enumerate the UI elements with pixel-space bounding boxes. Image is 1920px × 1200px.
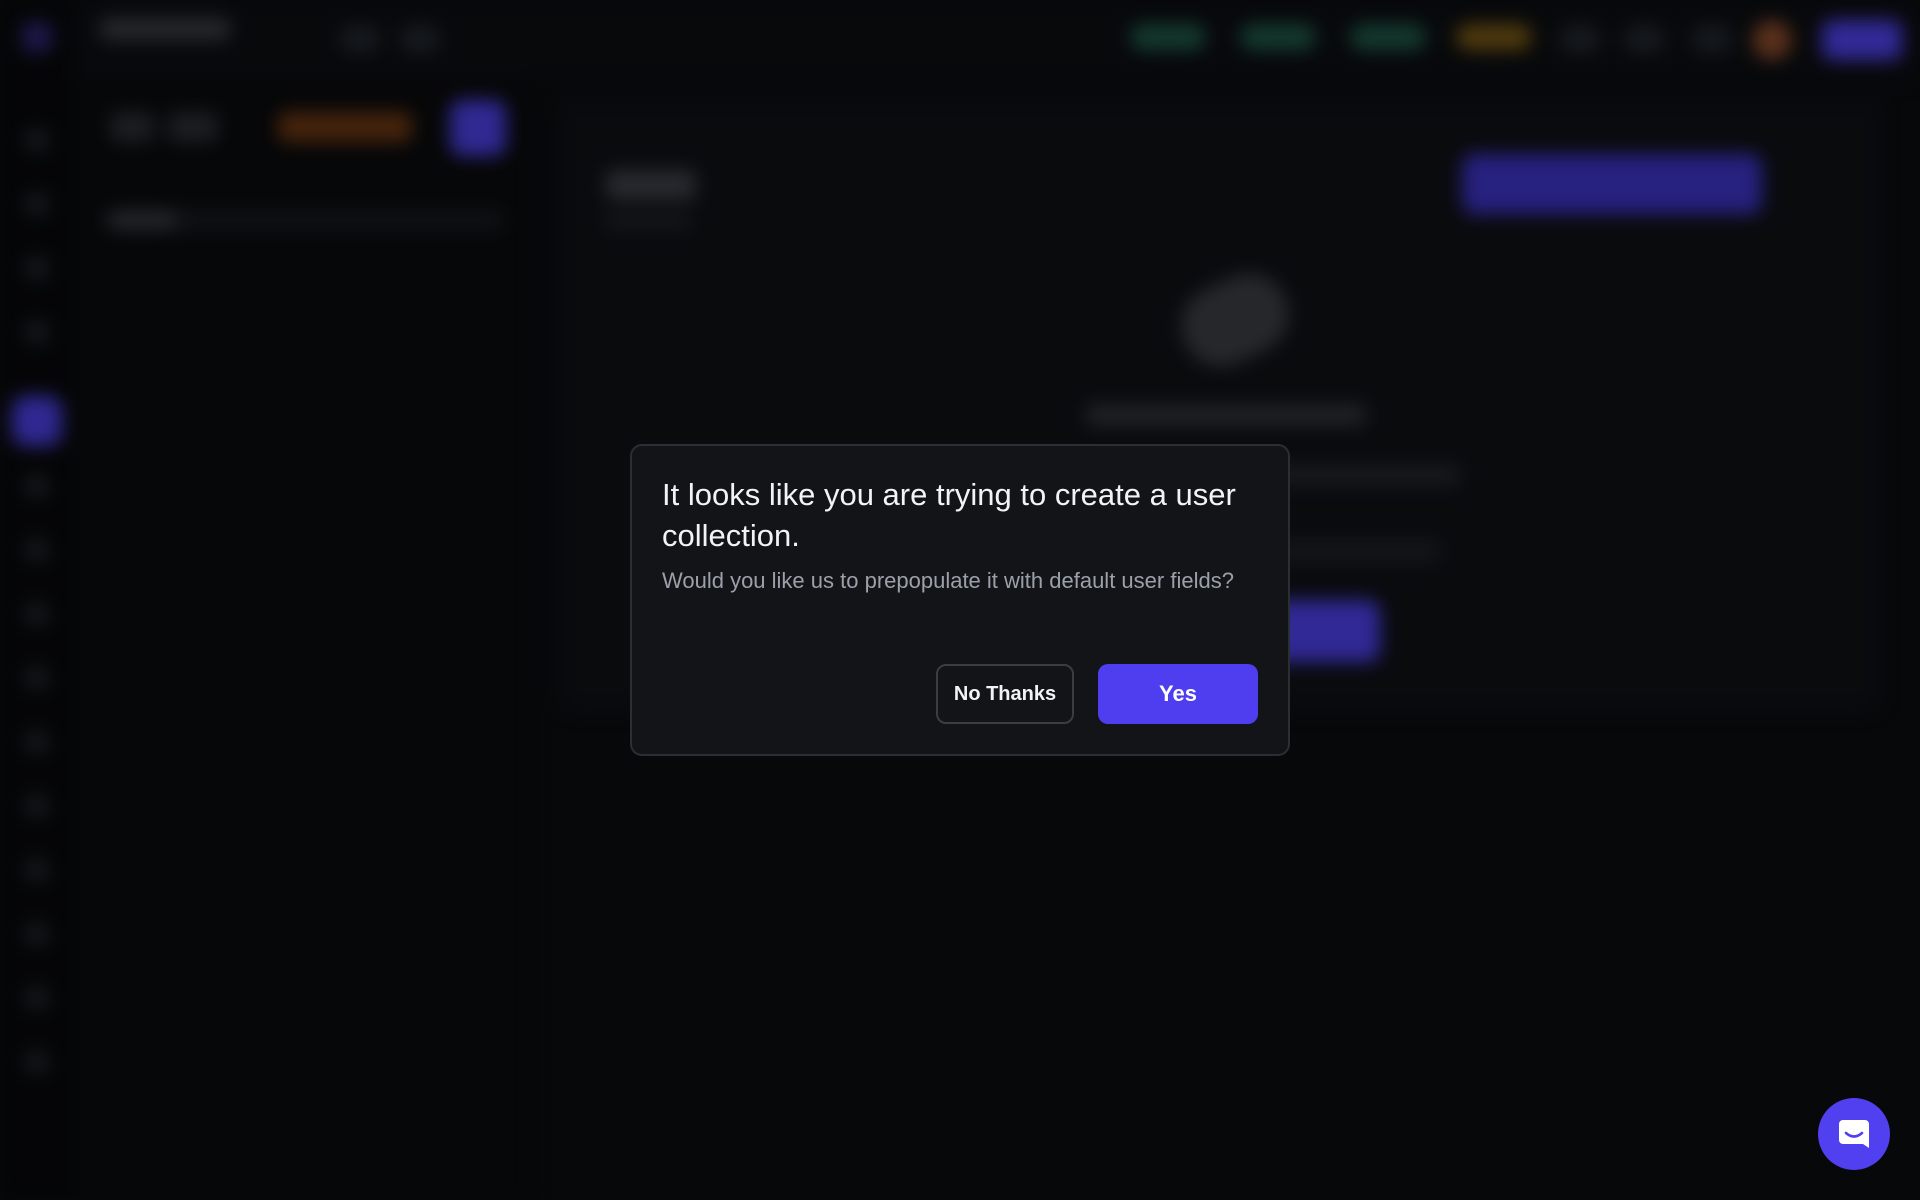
dialog-actions: No Thanks Yes xyxy=(936,664,1258,724)
prepopulate-dialog: It looks like you are trying to create a… xyxy=(630,444,1290,756)
app-root: It looks like you are trying to create a… xyxy=(0,0,1920,1200)
yes-button[interactable]: Yes xyxy=(1098,664,1258,724)
chat-bubble-icon xyxy=(1839,1120,1869,1148)
dialog-message: Would you like us to prepopulate it with… xyxy=(662,568,1234,593)
chat-launcher-button[interactable] xyxy=(1818,1098,1890,1170)
no-thanks-button[interactable]: No Thanks xyxy=(936,664,1074,724)
dialog-title: It looks like you are trying to create a… xyxy=(662,477,1236,553)
